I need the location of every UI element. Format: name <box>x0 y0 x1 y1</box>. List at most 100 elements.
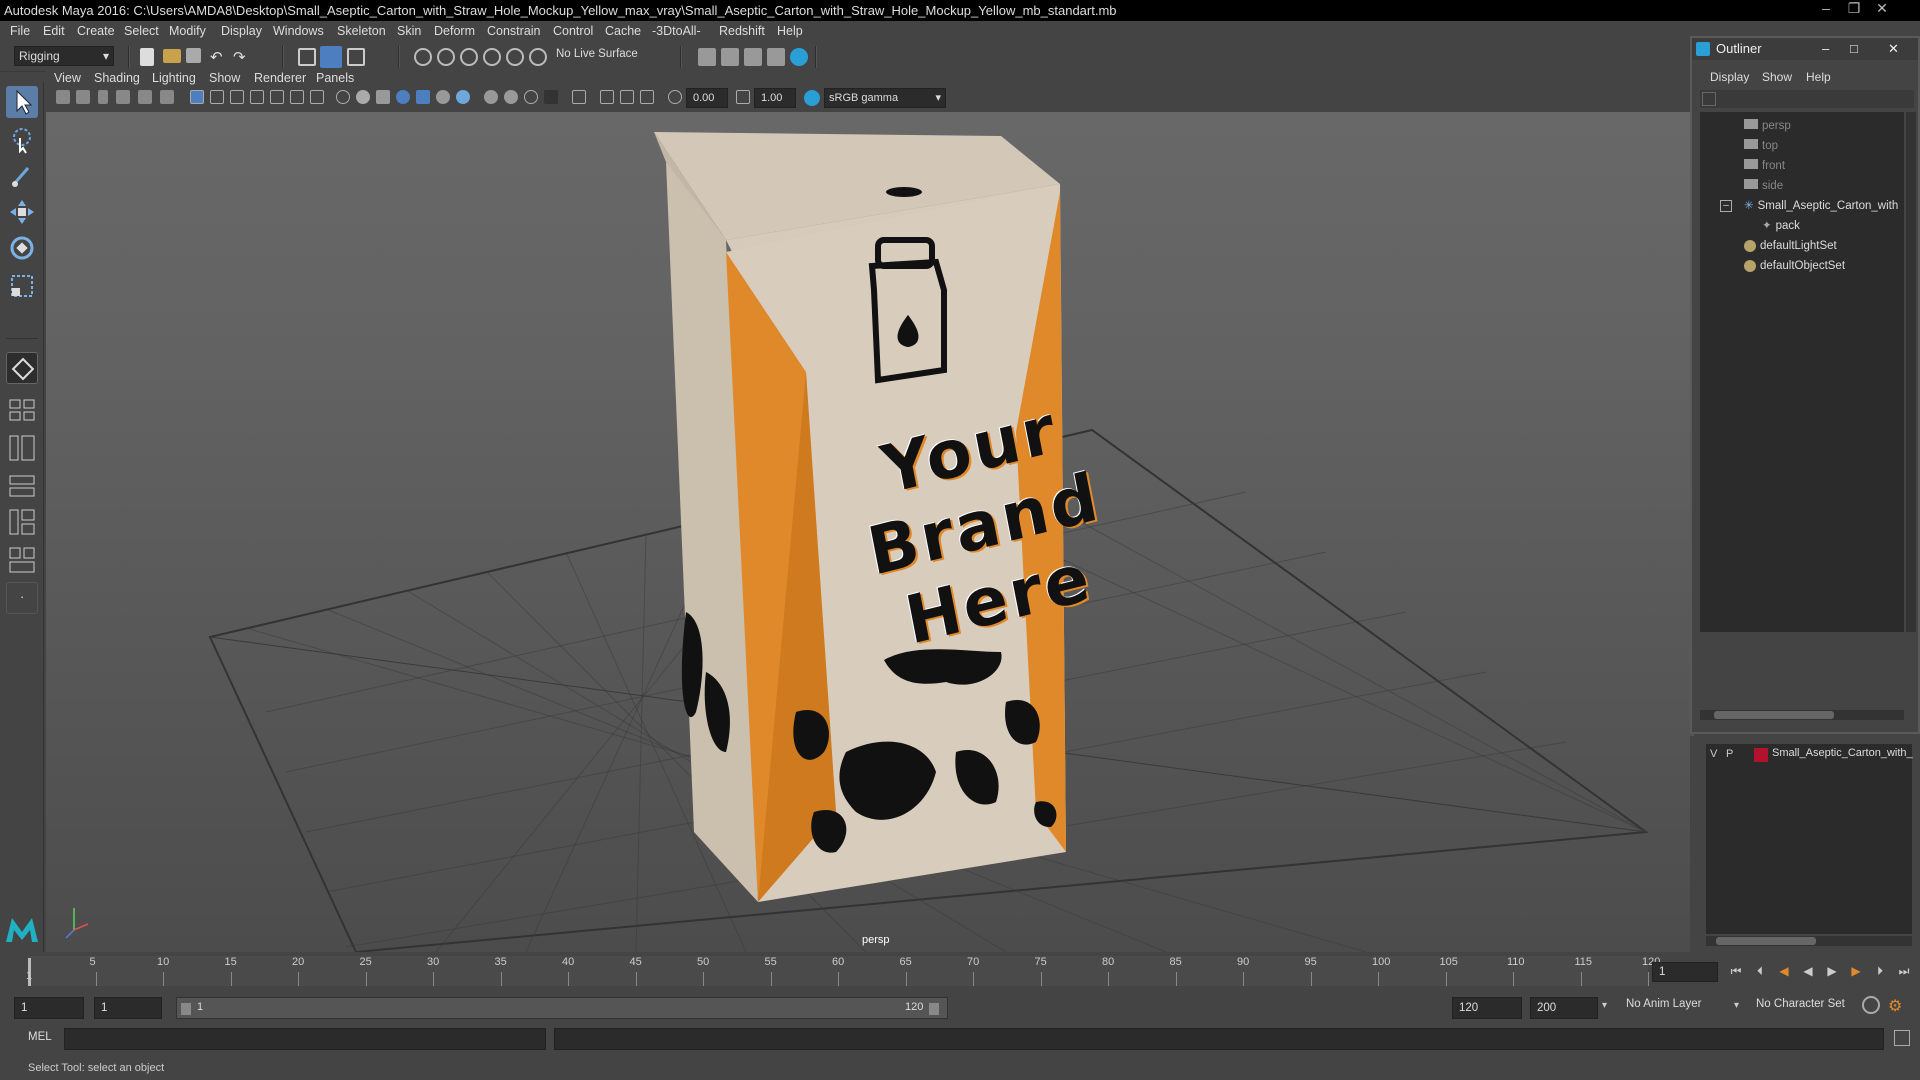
2d-pan-zoom-icon[interactable] <box>138 90 152 104</box>
menu-help[interactable]: Help <box>777 21 803 42</box>
outliner-item-front[interactable]: front <box>1744 156 1920 176</box>
outliner-menu-help[interactable]: Help <box>1806 70 1831 84</box>
select-by-hierarchy-icon[interactable] <box>298 48 316 66</box>
render-view-icon[interactable] <box>767 48 785 66</box>
scroll-thumb[interactable] <box>1714 711 1834 719</box>
textured-icon[interactable] <box>416 90 430 104</box>
render-settings-icon[interactable] <box>698 48 716 66</box>
rotate-tool-icon[interactable] <box>6 232 38 264</box>
perspective-viewport[interactable]: Your Brand Here persp <box>46 112 1694 952</box>
playback-end-field[interactable]: 120 <box>1452 997 1522 1019</box>
snap-grid-icon[interactable] <box>414 48 432 66</box>
outliner-menu-display[interactable]: Display <box>1710 70 1749 84</box>
close-icon[interactable]: ✕ <box>1888 38 1899 60</box>
menu-edit[interactable]: Edit <box>43 21 65 42</box>
panel-menu-renderer[interactable]: Renderer <box>254 71 306 85</box>
step-forward-frame-icon[interactable]: ▶ <box>1848 963 1864 979</box>
layer-list[interactable]: V P Small_Aseptic_Carton_with_ <box>1706 744 1913 934</box>
outliner-item-persp[interactable]: persp <box>1744 116 1920 136</box>
character-set-dropdown[interactable]: No Character Set <box>1756 998 1845 1010</box>
camera-attributes-icon[interactable] <box>76 90 90 104</box>
command-language-label[interactable]: MEL <box>28 1031 52 1043</box>
panel-menu-view[interactable]: View <box>54 71 81 85</box>
use-default-material-icon[interactable] <box>376 90 390 104</box>
panel-menu-shading[interactable]: Shading <box>94 71 140 85</box>
persp-graph-layout-icon[interactable] <box>6 470 38 502</box>
menu-file[interactable]: File <box>10 21 30 42</box>
menu-create[interactable]: Create <box>77 21 115 42</box>
menu-skin[interactable]: Skin <box>397 21 421 42</box>
playback-start-field[interactable]: 1 <box>94 997 162 1019</box>
depth-of-field-icon[interactable] <box>544 90 558 104</box>
four-view-layout-icon[interactable] <box>6 394 38 426</box>
film-gate-icon[interactable] <box>210 90 224 104</box>
collapse-icon[interactable]: – <box>1720 200 1732 212</box>
menu-modify[interactable]: Modify <box>169 21 206 42</box>
select-by-component-icon[interactable] <box>347 48 365 66</box>
undo-icon[interactable]: ↶ <box>210 48 228 66</box>
image-plane-icon[interactable] <box>116 90 130 104</box>
step-back-key-icon[interactable]: ⏴ <box>1752 963 1768 979</box>
use-all-lights-icon[interactable] <box>436 90 450 104</box>
step-back-frame-icon[interactable]: ◀ <box>1776 963 1792 979</box>
preferences-icon[interactable]: ⚙ <box>1888 996 1906 1015</box>
outliner-item-top[interactable]: top <box>1744 136 1920 156</box>
menu-display[interactable]: Display <box>221 21 262 42</box>
redo-icon[interactable]: ↷ <box>233 48 251 66</box>
restore-icon[interactable]: ❐ <box>1840 0 1868 18</box>
gamma-icon[interactable] <box>736 90 750 104</box>
layer-name[interactable]: Small_Aseptic_Carton_with_ <box>1772 747 1913 759</box>
field-chart-icon[interactable] <box>270 90 284 104</box>
safe-title-icon[interactable] <box>310 90 324 104</box>
persp-outliner-layout-icon[interactable] <box>6 432 38 464</box>
command-input[interactable] <box>64 1028 546 1050</box>
script-editor-icon[interactable] <box>1894 1030 1910 1046</box>
outliner-item-pack[interactable]: ✦ pack <box>1762 216 1920 236</box>
menu-constrain[interactable]: Constrain <box>487 21 541 42</box>
shadows-icon[interactable] <box>456 90 470 104</box>
wireframe-icon[interactable] <box>336 90 350 104</box>
gate-mask-icon[interactable] <box>250 90 264 104</box>
go-to-start-icon[interactable]: ⏮ <box>1728 963 1744 979</box>
close-icon[interactable]: ✕ <box>1868 0 1896 18</box>
outliner-menu-show[interactable]: Show <box>1762 70 1792 84</box>
color-space-dropdown[interactable]: sRGB gamma ▾ <box>824 88 946 108</box>
hypershade-layout-icon[interactable] <box>6 506 38 538</box>
anti-aliasing-icon[interactable] <box>524 90 538 104</box>
exposure-field[interactable]: 0.00 <box>686 88 728 108</box>
outliner-vertical-scrollbar[interactable] <box>1906 112 1916 632</box>
go-to-end-icon[interactable]: ⏭ <box>1896 963 1912 979</box>
save-scene-icon[interactable] <box>186 48 201 63</box>
range-start-handle[interactable] <box>181 1003 191 1015</box>
snap-magnet-icon[interactable] <box>529 48 547 66</box>
chevron-down-icon[interactable]: ▾ <box>1734 1000 1739 1011</box>
panel-menu-lighting[interactable]: Lighting <box>152 71 196 85</box>
minimize-icon[interactable]: – <box>1812 0 1840 18</box>
resolution-gate-icon[interactable] <box>230 90 244 104</box>
more-layouts-icon[interactable]: · <box>6 582 38 614</box>
scroll-thumb[interactable] <box>1716 937 1816 945</box>
xray-components-icon[interactable] <box>640 90 654 104</box>
grease-pencil-icon[interactable] <box>160 90 174 104</box>
menu-deform[interactable]: Deform <box>434 21 475 42</box>
screen-space-ao-icon[interactable] <box>484 90 498 104</box>
custom-layout-icon[interactable] <box>6 544 38 576</box>
carton-model[interactable] <box>654 132 1066 902</box>
motion-blur-icon[interactable] <box>504 90 518 104</box>
layer-horizontal-scrollbar[interactable] <box>1706 936 1912 946</box>
snap-view-plane-icon[interactable] <box>483 48 501 66</box>
chevron-down-icon[interactable]: ▾ <box>1602 1000 1607 1011</box>
outliner-tree[interactable]: persp top front side – ✳ Small_Aseptic_Ca… <box>1700 112 1904 632</box>
layer-visibility-toggle[interactable]: V <box>1710 748 1717 760</box>
single-perspective-layout-icon[interactable] <box>6 352 38 384</box>
move-tool-icon[interactable] <box>6 196 38 228</box>
outliner-item-carton-group[interactable]: ✳ Small_Aseptic_Carton_with <box>1744 196 1920 216</box>
current-frame-field[interactable]: 1 <box>1652 962 1718 982</box>
range-slider[interactable]: 1 120 <box>176 997 948 1019</box>
menuset-dropdown[interactable]: Rigging ▾ <box>14 46 114 66</box>
panel-menu-show[interactable]: Show <box>209 71 240 85</box>
grid-toggle-icon[interactable] <box>190 90 204 104</box>
snap-point-icon[interactable] <box>460 48 478 66</box>
time-slider[interactable]: 1 5 10 15 20 25 30 35 40 45 50 55 60 65 70 75 80 85 90 95 1… <box>0 952 1920 994</box>
play-backwards-icon[interactable]: ◀ <box>1800 963 1816 979</box>
